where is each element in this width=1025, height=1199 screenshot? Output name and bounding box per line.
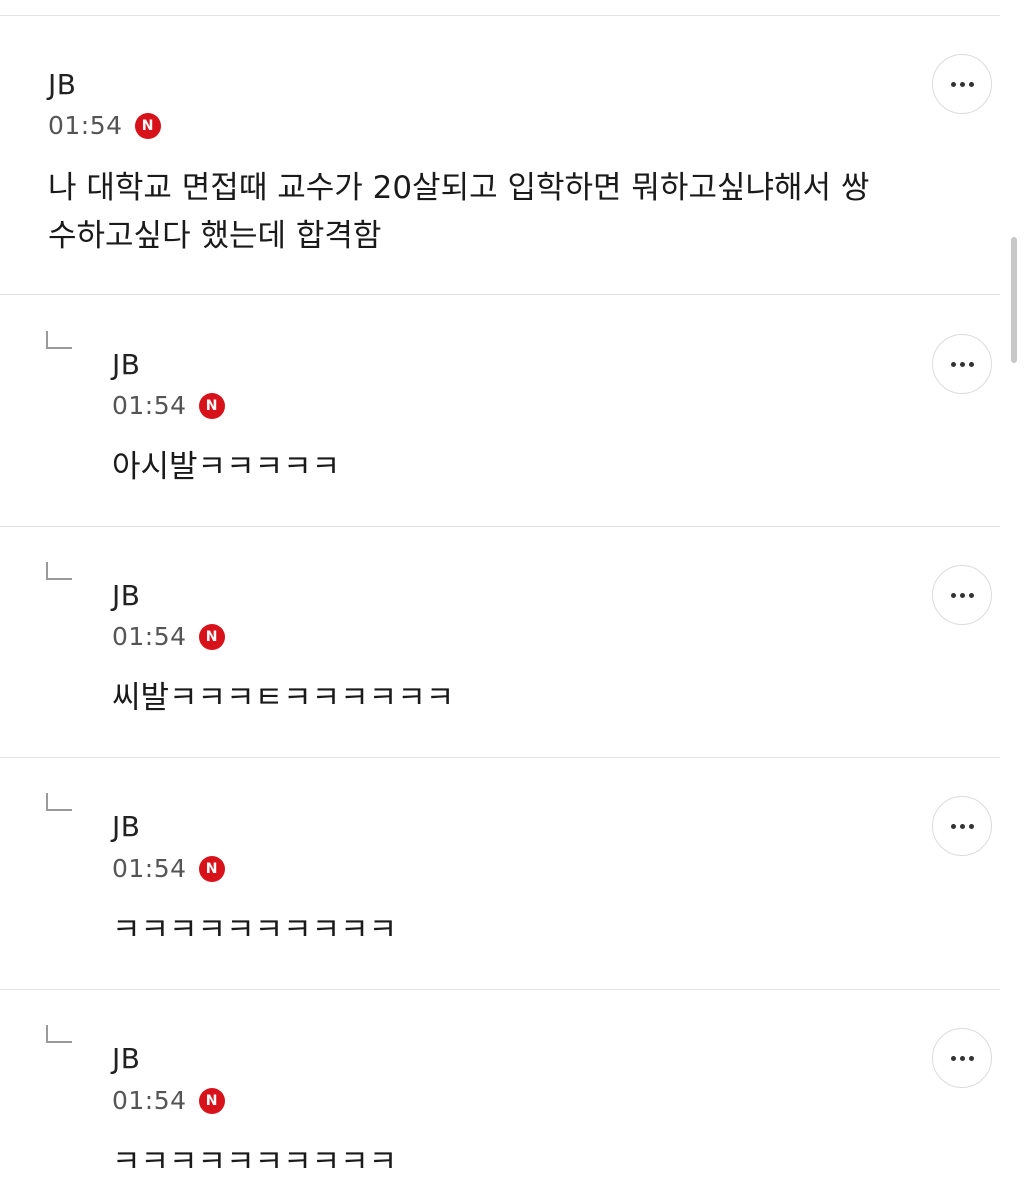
reply-time: 01:54 xyxy=(112,391,187,420)
reply-arrow-icon xyxy=(46,562,72,580)
scrollbar[interactable] xyxy=(1011,237,1017,363)
reply-arrow-icon xyxy=(46,793,72,811)
reply-author[interactable]: JB xyxy=(112,810,140,843)
reply-meta: 01:54 N xyxy=(112,622,225,651)
new-badge-icon: N xyxy=(198,623,225,650)
reply-text: ㅋㅋㅋㅋㅋㅋㅋㅋㅋㅋ xyxy=(112,912,398,948)
reply-more-button[interactable] xyxy=(932,334,992,394)
reply-author[interactable]: JB xyxy=(112,348,140,381)
new-badge-icon: N xyxy=(198,392,225,419)
reply-time: 01:54 xyxy=(112,854,187,883)
reply-text: 아시발ㅋㅋㅋㅋㅋ xyxy=(112,449,341,485)
reply-item: JB 01:54 N 아시발ㅋㅋㅋㅋㅋ xyxy=(0,295,1000,527)
new-badge-icon: N xyxy=(134,112,161,139)
comment-item: JB 01:54 N 나 대학교 면접때 교수가 20살되고 입학하면 뭐하고싶… xyxy=(0,16,1000,295)
reply-more-button[interactable] xyxy=(932,1028,992,1088)
reply-more-button[interactable] xyxy=(932,796,992,856)
more-horizontal-icon xyxy=(950,592,974,598)
more-horizontal-icon xyxy=(950,823,974,829)
more-horizontal-icon xyxy=(950,361,974,367)
reply-arrow-icon xyxy=(46,1025,72,1043)
reply-item: JB 01:54 N ㅋㅋㅋㅋㅋㅋㅋㅋㅋㅋ xyxy=(0,758,1000,990)
reply-meta: 01:54 N xyxy=(112,1086,225,1115)
reply-arrow-icon xyxy=(46,331,72,349)
reply-text: 씨발ㅋㅋㅋㅌㅋㅋㅋㅋㅋㅋ xyxy=(112,680,455,716)
comment-meta: 01:54 N xyxy=(48,111,161,140)
reply-meta: 01:54 N xyxy=(112,854,225,883)
comment-more-button[interactable] xyxy=(932,54,992,114)
reply-meta: 01:54 N xyxy=(112,391,225,420)
new-badge-icon: N xyxy=(198,1087,225,1114)
reply-author[interactable]: JB xyxy=(112,1042,140,1075)
more-horizontal-icon xyxy=(950,81,974,87)
reply-time: 01:54 xyxy=(112,1086,187,1115)
new-badge-icon: N xyxy=(198,855,225,882)
comment-time: 01:54 xyxy=(48,111,123,140)
more-horizontal-icon xyxy=(950,1055,974,1061)
comment-author[interactable]: JB xyxy=(48,68,76,101)
reply-time: 01:54 xyxy=(112,622,187,651)
reply-item: JB 01:54 N ㅋㅋㅋㅋㅋㅋㅋㅋㅋㅋ xyxy=(0,990,1000,1199)
reply-item: JB 01:54 N 씨발ㅋㅋㅋㅌㅋㅋㅋㅋㅋㅋ xyxy=(0,527,1000,758)
reply-more-button[interactable] xyxy=(932,565,992,625)
comment-text: 나 대학교 면접때 교수가 20살되고 입학하면 뭐하고싶냐해서 쌍 수하고싶다… xyxy=(48,170,870,254)
reply-text: ㅋㅋㅋㅋㅋㅋㅋㅋㅋㅋ xyxy=(112,1144,398,1180)
reply-author[interactable]: JB xyxy=(112,579,140,612)
